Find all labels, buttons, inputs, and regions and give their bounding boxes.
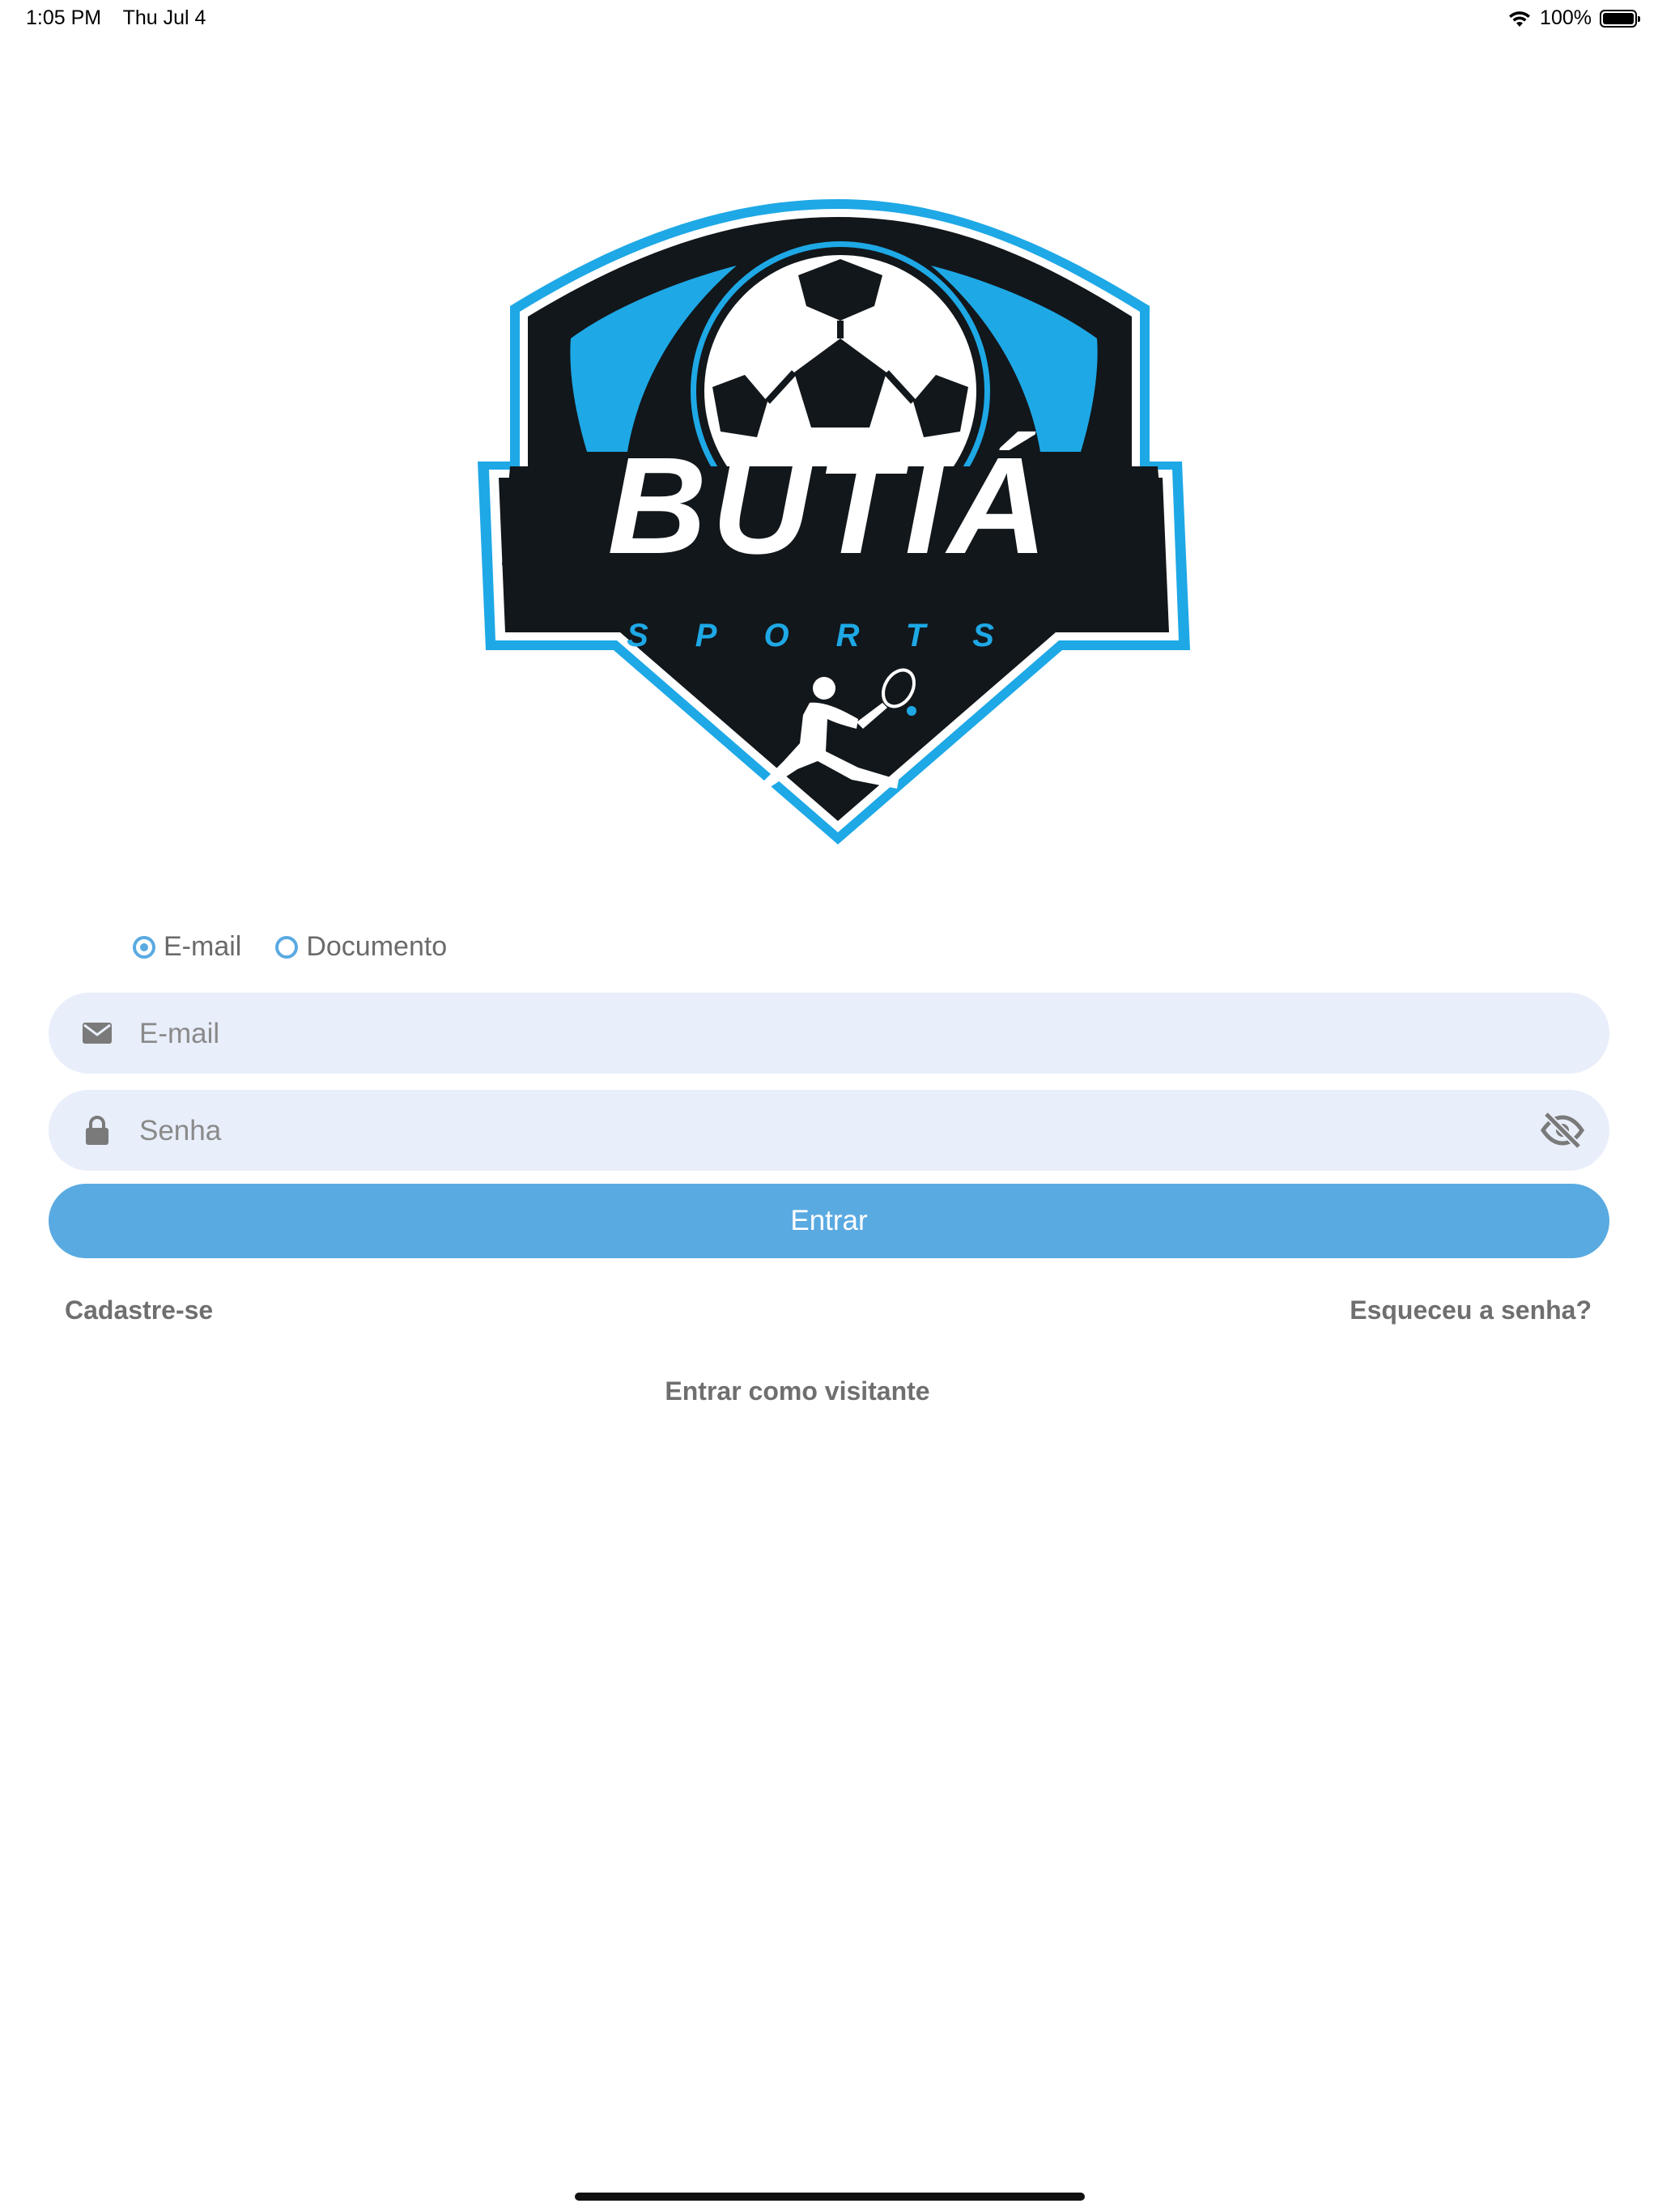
- radio-email[interactable]: E-mail: [133, 931, 241, 963]
- logo-subtitle-text: SPORTS: [627, 618, 1041, 653]
- radio-documento[interactable]: Documento: [275, 931, 447, 963]
- radio-documento-label: Documento: [306, 931, 448, 962]
- logo-brand-text: BUTIÁ: [607, 429, 1052, 583]
- battery-icon: [1600, 9, 1640, 28]
- home-indicator: [575, 2193, 1085, 2201]
- email-input[interactable]: [138, 1009, 1512, 1059]
- status-date: Thu Jul 4: [122, 6, 206, 29]
- status-indicators: 100%: [1507, 6, 1640, 30]
- wifi-icon: [1509, 11, 1531, 27]
- butia-sports-logo: BUTIÁ SPORTS: [478, 185, 1190, 850]
- forgot-password-link[interactable]: Esqueceu a senha?: [1350, 1295, 1592, 1325]
- password-field[interactable]: [49, 1090, 1609, 1171]
- email-field[interactable]: [49, 993, 1609, 1074]
- guest-login-link[interactable]: Entrar como visitante: [0, 1376, 1595, 1406]
- logo-graphic: BUTIÁ SPORTS: [478, 199, 1190, 844]
- status-time-date: 1:05 PM Thu Jul 4: [26, 6, 222, 30]
- envelope-icon: [83, 1023, 112, 1044]
- battery-fill: [1603, 12, 1634, 24]
- enter-button[interactable]: Entrar: [49, 1184, 1609, 1258]
- status-time: 1:05 PM: [26, 6, 102, 29]
- radio-email-circle[interactable]: [133, 935, 155, 959]
- eye-slash-icon[interactable]: [1538, 1111, 1587, 1150]
- battery-percent: 100%: [1540, 6, 1592, 29]
- signup-link[interactable]: Cadastre-se: [65, 1295, 213, 1325]
- password-input[interactable]: [138, 1106, 1512, 1156]
- lock-icon: [86, 1116, 108, 1145]
- login-method-radio-group: E-mail Documento: [133, 931, 447, 963]
- status-bar: 1:05 PM Thu Jul 4 100%: [0, 0, 1658, 39]
- radio-email-label: E-mail: [164, 931, 242, 962]
- radio-documento-circle[interactable]: [275, 935, 299, 959]
